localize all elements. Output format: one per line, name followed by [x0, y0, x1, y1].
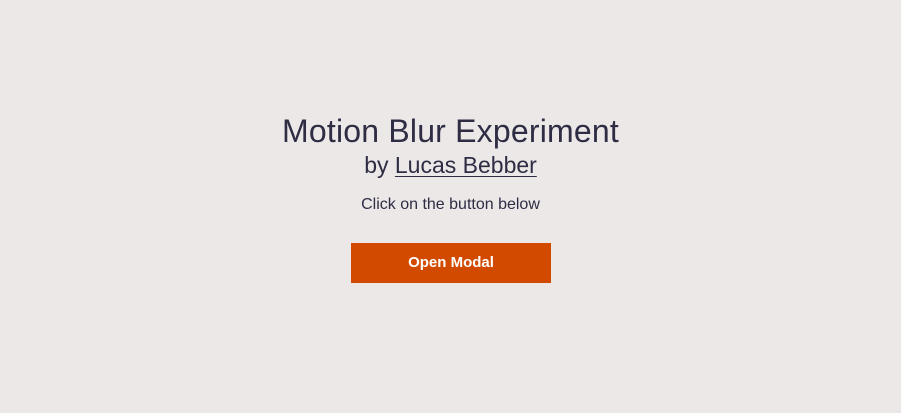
- byline-prefix: by: [364, 152, 389, 178]
- page: Motion Blur Experiment by Lucas Bebber C…: [0, 0, 901, 413]
- author-link[interactable]: Lucas Bebber: [395, 152, 537, 178]
- instruction-text: Click on the button below: [361, 196, 540, 213]
- open-modal-button[interactable]: Open Modal: [351, 243, 551, 283]
- page-title: Motion Blur Experiment: [282, 113, 619, 149]
- byline: by Lucas Bebber: [0, 150, 901, 180]
